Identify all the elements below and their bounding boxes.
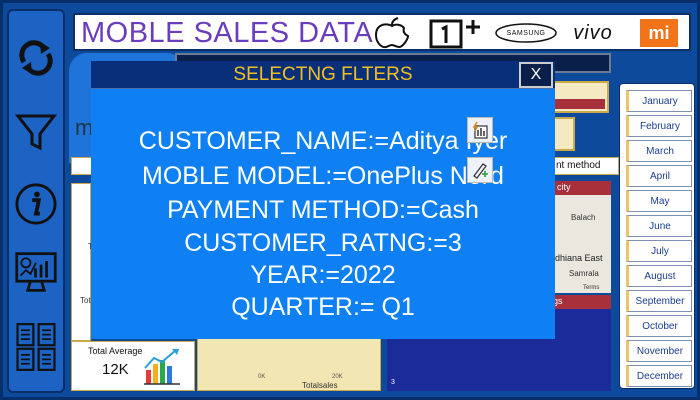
month-item-october[interactable]: October <box>626 315 692 337</box>
axis-title: Totalsales <box>302 381 338 390</box>
month-item-may[interactable]: May <box>626 190 692 212</box>
month-item-september[interactable]: September <box>626 290 692 312</box>
ratings-value: 3 <box>391 379 395 386</box>
map-label-samrala: Samrala <box>569 269 599 278</box>
payment-method-label: nt method <box>556 160 601 171</box>
month-item-june[interactable]: June <box>626 215 692 237</box>
refresh-button[interactable] <box>14 33 58 83</box>
map-label-ludhiana: dhiana East <box>555 253 603 263</box>
filter-line-quarter: QUARTER:= Q1 <box>231 293 415 321</box>
month-item-january[interactable]: January <box>626 90 692 112</box>
bar-chart-icon <box>144 349 180 385</box>
month-item-july[interactable]: July <box>626 240 692 262</box>
close-button[interactable]: X <box>519 62 553 88</box>
samsung-text: SAMSUNG <box>506 29 546 37</box>
month-item-april[interactable]: April <box>626 165 692 187</box>
left-nav <box>7 9 65 393</box>
app-frame: MOBLE SALES DATA SAMSUNG vivo mi m nt me… <box>0 0 700 400</box>
city-map: city Balach dhiana East Samrala Terms <box>555 181 611 293</box>
report-icon <box>16 323 56 371</box>
city-label: city <box>557 182 571 192</box>
edit-visual-button[interactable] <box>467 157 493 183</box>
month-slicer: January February March April May June July Augu… <box>619 83 695 389</box>
selected-filters-dialog: SELECTNG FLTERS X CUSTOMER_NAME:=Aditya … <box>91 61 555 339</box>
oneplus-logo-icon <box>427 17 491 49</box>
filter-line-rating: CUSTOMER_RATNG:=3 <box>184 229 462 257</box>
copy-visual-icon <box>472 121 488 139</box>
dialog-title: SELECTNG FLTERS <box>233 64 413 85</box>
page-title: MOBLE SALES DATA <box>81 17 374 49</box>
mi-text: mi <box>648 22 670 43</box>
report-button[interactable] <box>14 317 58 377</box>
vivo-logo: vivo <box>563 17 623 49</box>
samsung-logo: SAMSUNG <box>493 17 559 49</box>
apple-logo-icon <box>367 17 417 49</box>
total-sales-chart: 0K 20K Totalsales <box>197 337 381 391</box>
filter-line-payment: PAYMENT METHOD:=Cash <box>167 196 479 224</box>
mi-logo: mi <box>631 17 687 49</box>
kpi-column: Tot Tota <box>71 183 99 341</box>
filter-icon <box>14 114 58 151</box>
filter-button[interactable] <box>14 107 58 157</box>
slicer-dropdown[interactable] <box>551 81 609 113</box>
title-bar: MOBLE SALES DATA SAMSUNG vivo mi <box>73 13 691 51</box>
month-item-february[interactable]: February <box>626 115 692 137</box>
copy-visual-button[interactable] <box>467 117 493 143</box>
refresh-icon <box>19 40 53 76</box>
month-item-november[interactable]: November <box>626 340 692 362</box>
dashboard-button[interactable] <box>14 247 58 297</box>
month-item-august[interactable]: August <box>626 265 692 287</box>
month-item-december[interactable]: December <box>626 365 692 387</box>
total-average-label: Total Average <box>88 346 143 356</box>
map-label-balach: Balach <box>571 213 596 222</box>
month-item-march[interactable]: March <box>626 140 692 162</box>
filter-line-year: YEAR:=2022 <box>250 261 396 289</box>
info-button[interactable] <box>14 179 58 229</box>
total-average-card: Total Average 12K <box>71 341 195 391</box>
vivo-text: vivo <box>573 21 613 44</box>
axis-tick-20k: 20K <box>332 374 343 380</box>
edit-visual-icon <box>473 163 488 179</box>
total-average-value: 12K <box>102 361 129 378</box>
info-icon <box>15 183 57 225</box>
dialog-header: SELECTNG FLTERS X <box>91 61 555 89</box>
dashboard-icon <box>15 252 57 292</box>
axis-tick-0k: 0K <box>258 374 266 380</box>
map-label-terms: Terms <box>583 285 600 291</box>
